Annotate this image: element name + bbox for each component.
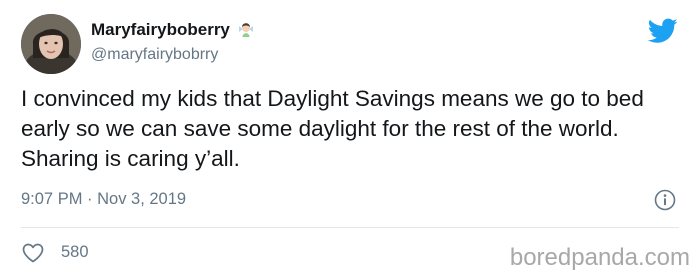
heart-icon[interactable] <box>22 243 44 263</box>
info-icon[interactable] <box>654 189 676 211</box>
user-handle[interactable]: @maryfairybobrry <box>91 46 218 64</box>
display-name[interactable]: Maryfairyboberry <box>91 20 255 43</box>
tweet-text: I convinced my kids that Daylight Saving… <box>21 86 644 171</box>
avatar[interactable] <box>21 14 81 74</box>
divider <box>21 227 679 228</box>
watermark: boredpanda.com <box>509 244 690 271</box>
like-count: 580 <box>61 243 89 261</box>
tweet-card: Maryfairyboberry @maryfairybobrry I conv… <box>0 0 700 280</box>
display-name-text: Maryfairyboberry <box>91 20 230 39</box>
woman-fairy-emoji-icon <box>237 20 255 43</box>
twitter-bird-icon[interactable] <box>647 18 678 44</box>
tweet-timestamp[interactable]: 9:07 PM · Nov 3, 2019 <box>21 190 186 209</box>
